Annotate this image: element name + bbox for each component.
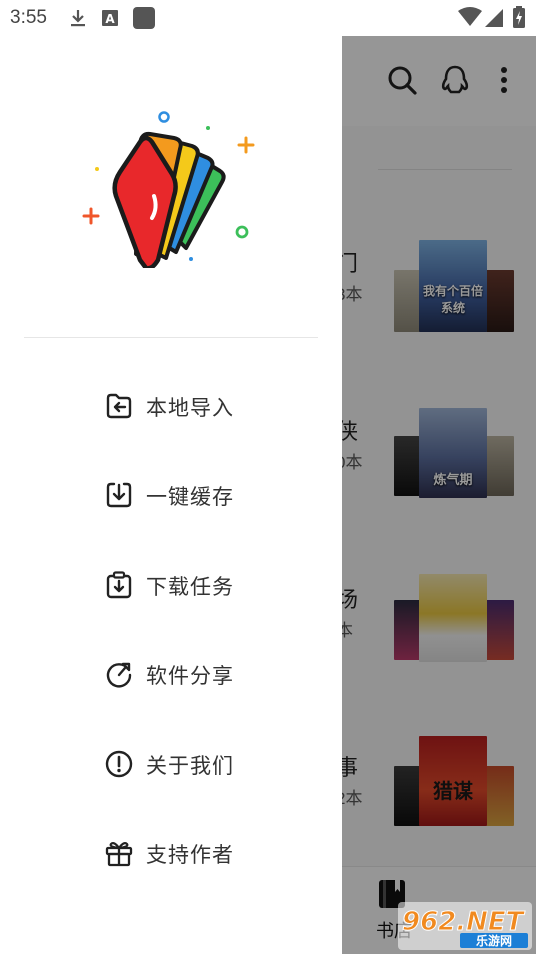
app-square-icon: [133, 7, 155, 29]
menu-item-label: 支持作者: [146, 843, 234, 867]
menu-item-share-app[interactable]: 软件分享: [0, 638, 342, 708]
menu-item-local-import[interactable]: 本地导入: [0, 370, 342, 440]
menu-item-label: 关于我们: [146, 754, 234, 778]
folder-import-icon: [106, 393, 132, 419]
watermark-sub: 乐游网: [476, 933, 512, 948]
download-box-icon: [106, 482, 132, 508]
svg-text:A: A: [105, 12, 115, 26]
menu-item-label: 本地导入: [146, 396, 234, 420]
menu-item-about-us[interactable]: 关于我们: [0, 728, 342, 798]
status-time: 3:55: [10, 7, 47, 28]
menu-item-support-author[interactable]: 支持作者: [0, 817, 342, 887]
menu-item-download-tasks[interactable]: 下载任务: [0, 549, 342, 619]
menu-item-label: 软件分享: [146, 664, 234, 688]
text-a-icon: A: [102, 10, 118, 26]
battery-charging-icon: [513, 6, 525, 28]
wifi-icon: [458, 7, 482, 26]
download-icon: [71, 10, 85, 27]
status-bar: 3:55 A: [0, 0, 536, 36]
download-task-icon: [106, 571, 132, 599]
menu-item-label: 下载任务: [146, 575, 234, 599]
reader-app-logo-icon: [82, 111, 255, 268]
menu-item-one-click-cache[interactable]: 一键缓存: [0, 459, 342, 529]
signal-icon: [485, 9, 503, 27]
info-exclamation-icon: [105, 750, 133, 778]
share-rotate-icon: [106, 662, 132, 688]
navigation-drawer: 本地导入 一键缓存 下载任务 软件分享 关于我们 支持作者: [0, 36, 342, 954]
site-watermark-logo: 962.NET 乐游网: [398, 902, 532, 950]
menu-item-label: 一键缓存: [146, 485, 234, 509]
gift-icon: [105, 842, 133, 867]
drawer-divider: [24, 337, 318, 338]
watermark-brand: 962.NET: [402, 907, 526, 937]
